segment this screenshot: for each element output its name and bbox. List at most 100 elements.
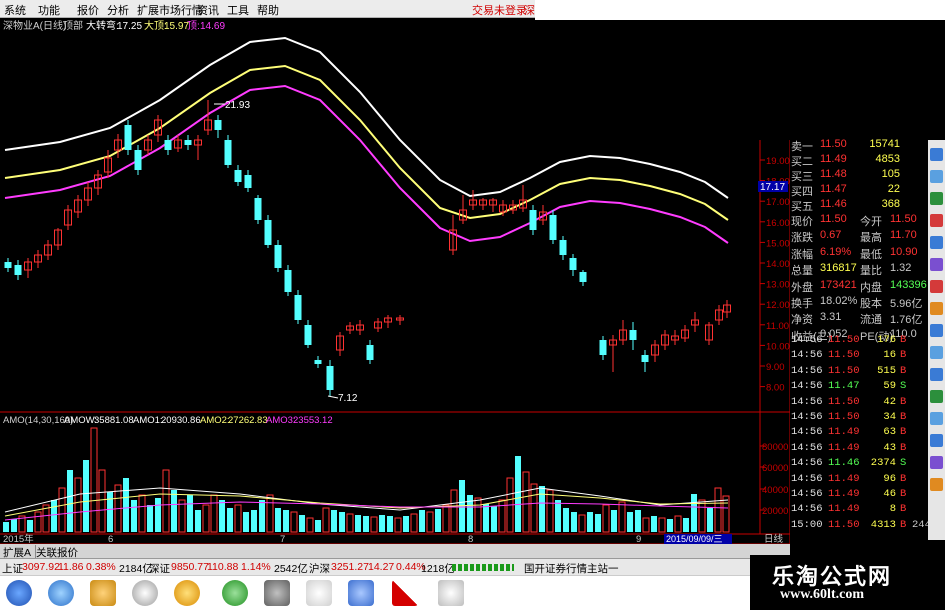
toolbar-f10-icon[interactable] [930,214,943,227]
volume-tick-label: 80000 [762,442,788,453]
stat-label: 换手 [791,298,813,310]
volume-bar-up [58,487,66,533]
candle-body-down [549,215,557,240]
toolbar-draw-icon[interactable] [930,258,943,271]
tick-side: B [900,488,907,500]
volume-bar-up [98,469,106,533]
volume-bar-down [379,515,385,532]
tick-volume: 176 [877,334,896,346]
stat-row: 涨幅 6.19% 最低 10.90 [790,246,928,261]
menu-news[interactable]: 资讯 [197,2,219,18]
volume-bar-down [571,512,577,532]
amo3-value: 23553.12 [293,415,333,426]
tick-price: 11.49 [828,503,860,516]
stat-value: 18.02% [820,295,858,307]
menu-right-cut: 深 [524,5,535,17]
volume-bar-down [219,500,225,532]
volume-bar-down [275,508,281,532]
toolbar-star-icon[interactable] [930,478,943,491]
folder-icon[interactable] [90,580,116,606]
menu-tools[interactable]: 工具 [227,2,249,18]
tick-side: B [900,364,907,377]
app-gray-icon[interactable] [264,580,290,606]
stat-value: 1.32 [890,262,912,275]
tick-row: 14:56 11.49 46 B [790,488,928,502]
menu-quote[interactable]: 报价 [77,2,99,18]
tick-price: 11.49 [828,426,860,439]
order-volume: 22 [887,183,900,195]
stat-value: 0.67 [820,229,842,242]
menu-analysis[interactable]: 分析 [107,2,129,18]
stat-label: 量比 [860,265,882,278]
toolbar-refresh-icon[interactable] [930,390,943,403]
watermark-url: www.60lt.com [780,587,864,602]
stat-value: 316817 [820,262,857,275]
toolbar-zoom-icon[interactable] [930,324,943,337]
volume-bar-up [530,483,538,533]
order-price: 11.49 [820,153,847,165]
tick-row: 15:00 11.50 4313 B [790,519,928,533]
menu-system[interactable]: 系统 [4,2,26,18]
order-label: 买三 [791,171,813,183]
kline-chart[interactable]: 深物业A(日线) 顶部 大转弯: 17.25 大顶: 15.97 顶: 14.6… [0,17,790,544]
volume-bar-down [243,512,249,532]
start-icon[interactable] [6,580,32,606]
qq-icon[interactable] [174,580,200,606]
toolbar-list-icon[interactable] [930,170,943,183]
trade-login-status[interactable]: 交易未登录 [472,2,527,18]
menu-function[interactable]: 功能 [38,2,60,18]
volume-bar-down [483,504,489,532]
tick-volume: 96 [883,472,896,485]
volume-bar-up [602,504,610,533]
stock-app-icon[interactable] [392,580,418,606]
period-label[interactable]: 日线 [764,533,784,544]
toolbar-grid-icon[interactable] [930,192,943,205]
volume-bar-up [698,499,706,533]
candle-body-down [529,210,537,230]
app-green-icon[interactable] [222,580,248,606]
volume-bar-down [315,520,321,532]
order-volume: 105 [881,168,900,180]
toolbar-settings-icon[interactable] [930,412,943,425]
candle-body-down [164,140,172,150]
tick-row: 14:56 11.47 59 S [790,380,928,394]
toolbar-up-icon[interactable] [930,346,943,359]
toolbar-info-icon[interactable] [930,236,943,249]
order-price: 11.46 [820,198,847,210]
sh-pct: 0.38% [86,561,116,573]
volume-bar-up [394,517,402,533]
amo-title: AMO(14,30,160) [3,415,73,426]
tick-volume: 16 [883,349,896,362]
toolbar-window-icon[interactable] [930,456,943,469]
app-white-icon[interactable] [438,580,464,606]
media-icon[interactable] [132,580,158,606]
tick-side: B [900,349,907,362]
toolbar-warn-icon[interactable] [930,302,943,315]
tick-time: 14:56 [791,426,823,439]
app-blue-icon[interactable] [348,580,374,606]
tick-row: 14:56 11.50 16 B [790,349,928,363]
menu-help[interactable]: 帮助 [257,2,279,18]
volume-bar-up [178,499,186,533]
server-name[interactable]: 国开证券行情主站一 [524,561,619,576]
stat-value: 5.96亿 [890,298,923,310]
app-doc-icon[interactable] [306,580,332,606]
stat-value: 3.31 [820,311,842,324]
indicator-name: 顶部 [63,19,83,32]
volume-bar-down [259,500,265,532]
volume-bar-up [722,495,730,533]
toolbar-chart-icon[interactable] [930,148,943,161]
stat-value: 11.70 [890,229,917,242]
menu-extended-market[interactable]: 扩展市场行情 [137,2,203,18]
price-tick-label: 14.00 [766,259,790,270]
ie-icon[interactable] [48,580,74,606]
right-toolbar [928,140,945,540]
volume-bar-down [331,510,337,532]
toolbar-down-icon[interactable] [930,368,943,381]
toolbar-sell-icon[interactable] [930,280,943,293]
tick-side: B [900,334,907,346]
volume-bar-down [155,498,161,532]
order-label: 买二 [791,156,813,168]
tick-time: 14:56 [791,472,823,485]
toolbar-more-icon[interactable] [930,434,943,447]
